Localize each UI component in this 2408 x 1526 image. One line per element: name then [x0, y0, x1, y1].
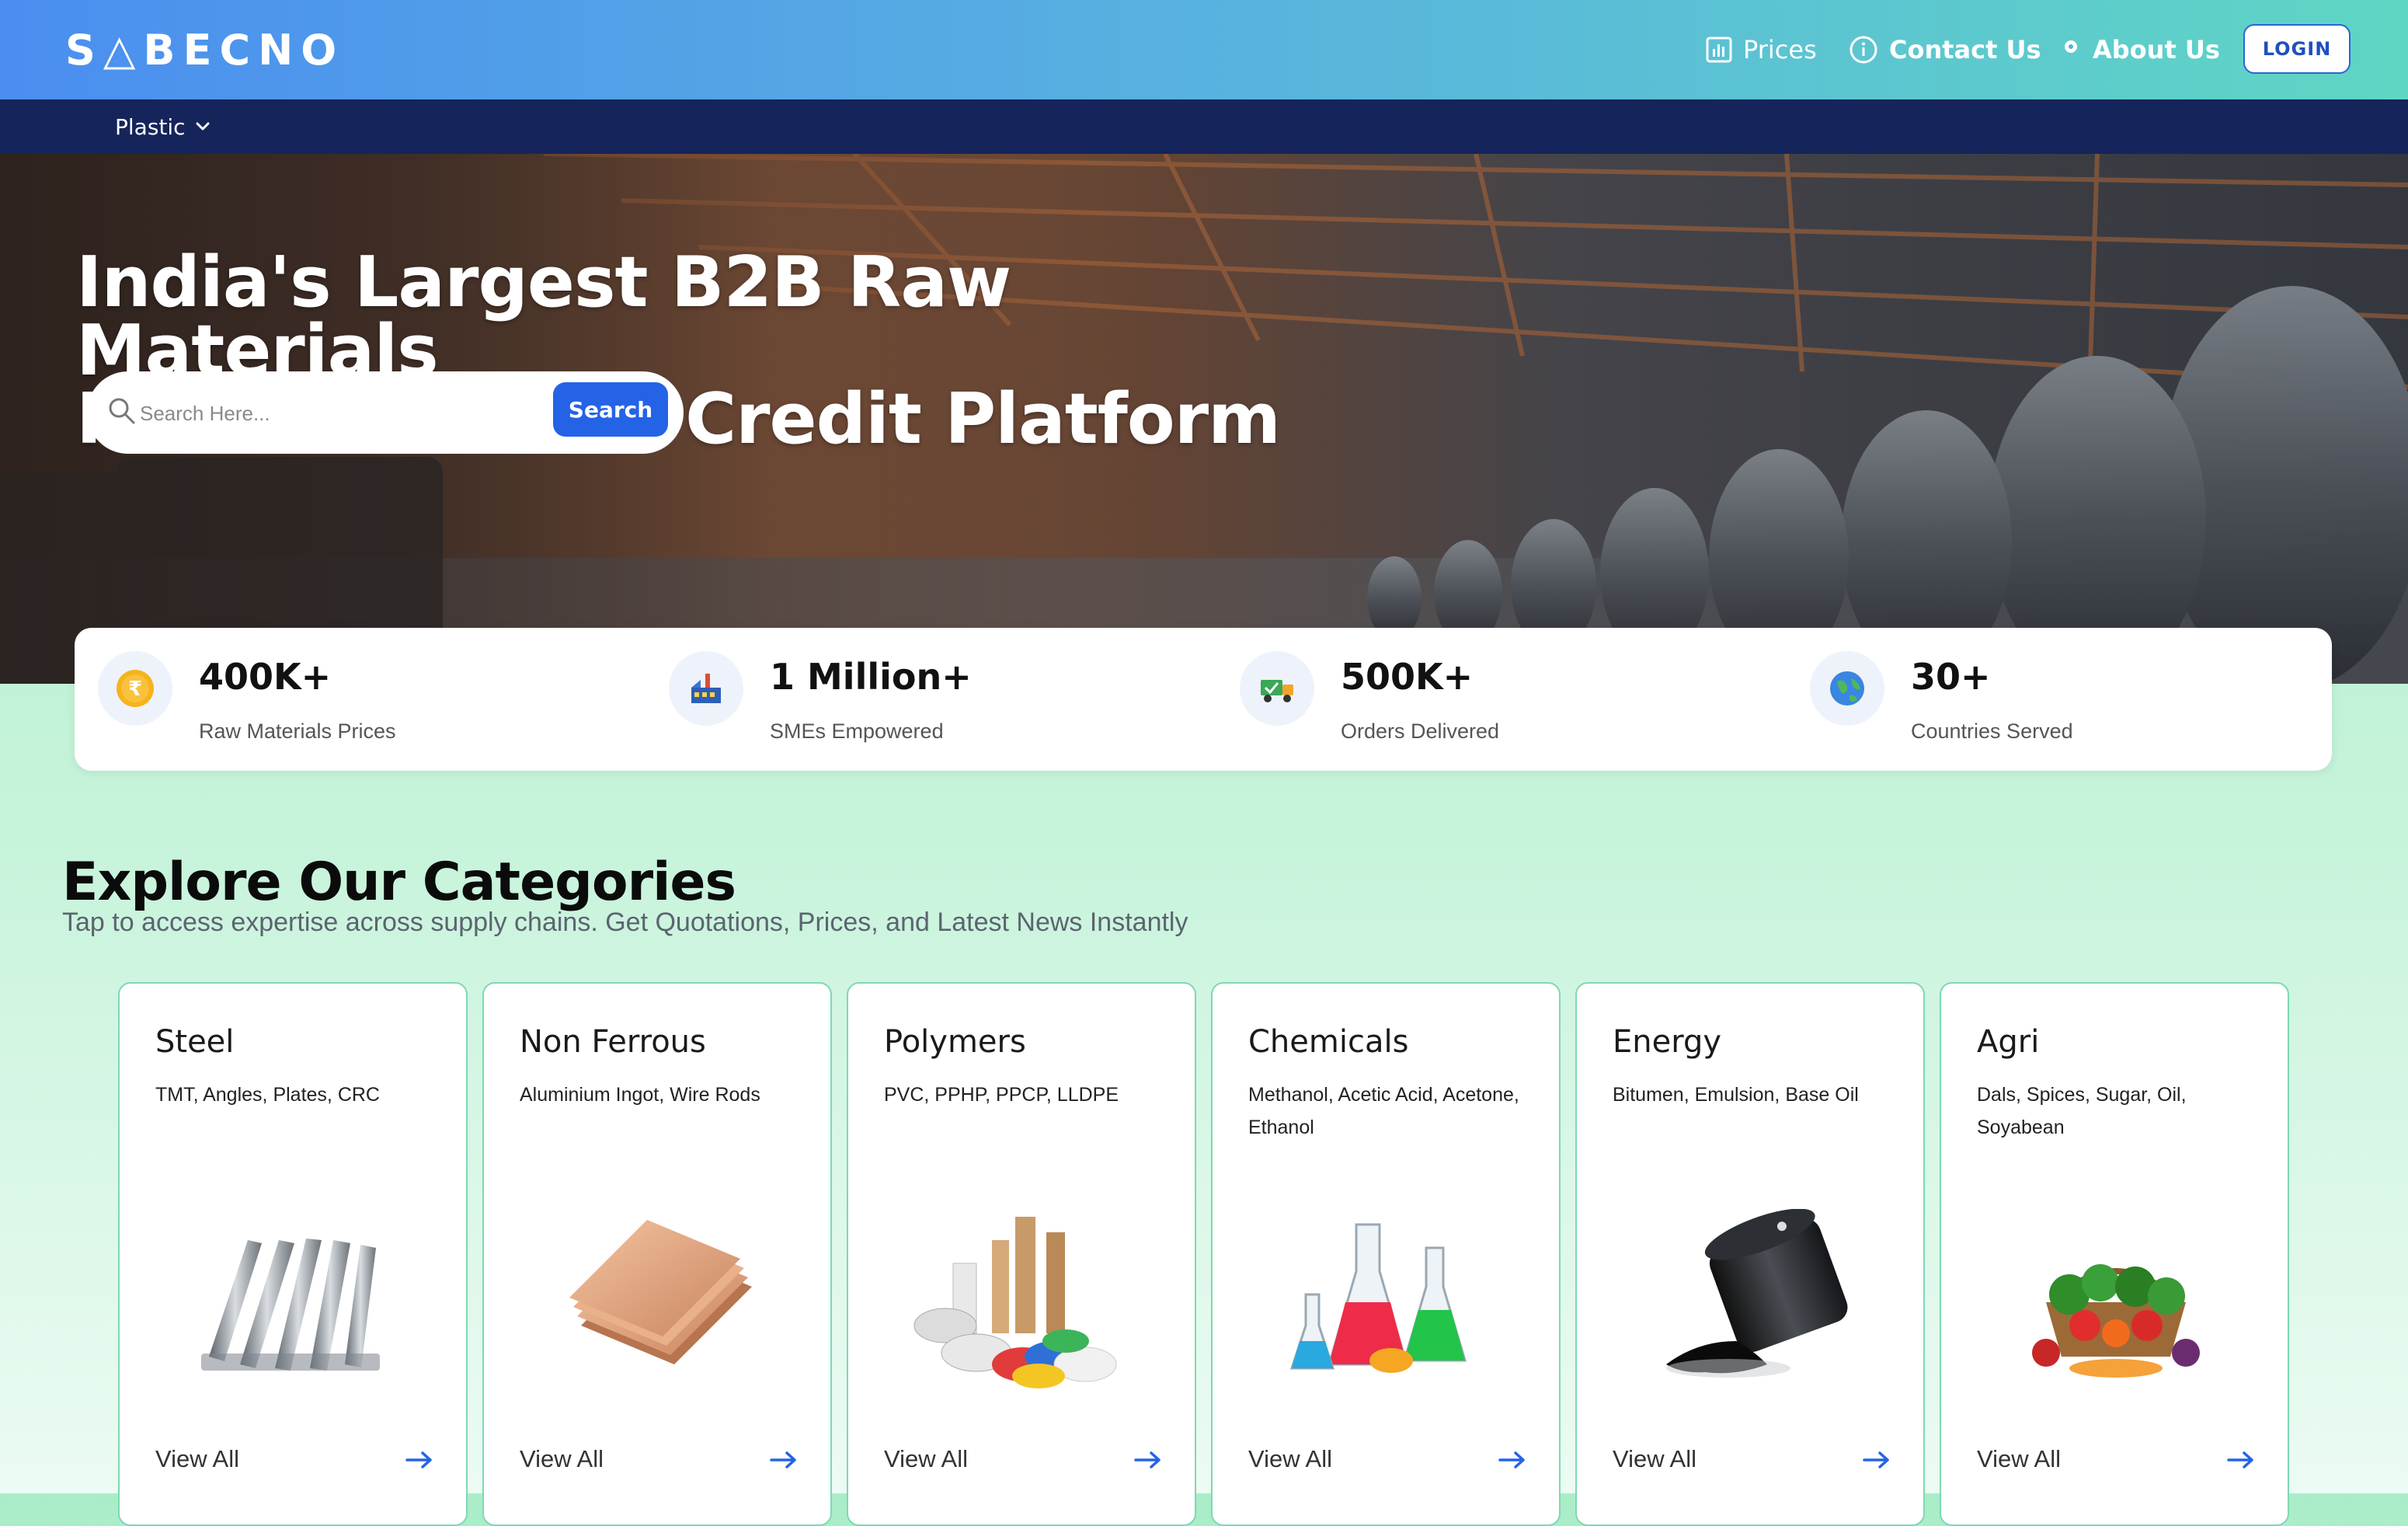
view-all-link[interactable]: View All [155, 1445, 239, 1473]
info-icon [1849, 35, 1878, 64]
hero-title-line-1: India's Largest B2B Raw Materials [76, 242, 1011, 392]
globe-icon [1810, 651, 1884, 726]
nav-prices-label: Prices [1743, 35, 1817, 64]
location-pin-icon [2060, 39, 2082, 61]
nav-about-link[interactable]: About Us [2060, 26, 2220, 73]
arrow-right-icon[interactable] [1863, 1450, 1891, 1470]
category-card-energy[interactable]: Energy Bitumen, Emulsion, Base Oil View … [1575, 982, 1925, 1526]
stats-panel: ₹ 400K+ Raw Materials Prices 1 Million+ … [75, 628, 2332, 771]
oil-barrel-image [1666, 1209, 1848, 1378]
search-icon [109, 398, 135, 424]
category-card-steel[interactable]: Steel TMT, Angles, Plates, CRC View All [118, 982, 468, 1526]
arrow-right-icon[interactable] [405, 1450, 433, 1470]
category-title: Polymers [884, 1024, 1026, 1060]
category-subnav: Plastic [0, 99, 2408, 154]
category-title: Chemicals [1248, 1024, 1409, 1060]
steel-bars-image [201, 1239, 380, 1371]
rupee-coin-icon: ₹ [98, 651, 172, 726]
search-input[interactable] [138, 395, 545, 432]
search-button[interactable]: Search [553, 382, 668, 437]
stat-label: Raw Materials Prices [199, 719, 396, 743]
stat-value: 1 Million+ [770, 656, 972, 698]
copper-sheets-image [569, 1220, 752, 1364]
delivery-truck-icon [1240, 651, 1314, 726]
category-title: Agri [1977, 1024, 2040, 1060]
arrow-right-icon[interactable] [1134, 1450, 1162, 1470]
plastic-dropdown-label: Plastic [115, 113, 186, 140]
bar-chart-icon [1706, 37, 1732, 63]
login-button[interactable]: LOGIN [2243, 24, 2351, 74]
plastic-dropdown[interactable]: Plastic [115, 99, 211, 154]
category-description: Bitumen, Emulsion, Base Oil [1613, 1084, 1859, 1106]
category-card-non-ferrous[interactable]: Non Ferrous Aluminium Ingot, Wire Rods V… [482, 982, 832, 1526]
stat-label: Orders Delivered [1341, 719, 1500, 743]
hero-banner: India's Largest B2B Raw Materials Procur… [0, 154, 2408, 684]
categories-heading: Explore Our Categories [62, 852, 736, 914]
nav-about-label: About Us [2093, 35, 2220, 64]
view-all-link[interactable]: View All [884, 1445, 968, 1473]
arrow-right-icon[interactable] [2227, 1450, 2255, 1470]
chevron-down-icon [196, 122, 210, 131]
nav-contact-label: Contact Us [1889, 35, 2041, 64]
polymer-rolls-granules-image [913, 1217, 1117, 1388]
factory-icon [669, 651, 743, 726]
arrow-right-icon[interactable] [1498, 1450, 1526, 1470]
nav-prices-link[interactable]: Prices [1706, 26, 1817, 73]
top-navbar: S△BECNO Prices Contact Us About Us LOGIN [0, 0, 2408, 99]
category-description: Aluminium Ingot, Wire Rods [520, 1084, 760, 1106]
category-title: Non Ferrous [520, 1024, 706, 1060]
category-title: Steel [155, 1024, 235, 1060]
category-description: PVC, PPHP, PPCP, LLDPE [884, 1084, 1119, 1106]
category-title: Energy [1613, 1024, 1722, 1060]
categories-subheading: Tap to access expertise across supply ch… [62, 908, 1188, 937]
nav-contact-link[interactable]: Contact Us [1849, 26, 2041, 73]
category-description: Methanol, Acetic Acid, Acetone, Ethanol [1248, 1084, 1519, 1138]
svg-text:₹: ₹ [128, 678, 142, 701]
category-description: TMT, Angles, Plates, CRC [155, 1084, 380, 1106]
category-card-chemicals[interactable]: Chemicals Methanol, Acetic Acid, Acetone… [1211, 982, 1561, 1526]
view-all-link[interactable]: View All [1977, 1445, 2061, 1473]
category-card-polymers[interactable]: Polymers PVC, PPHP, PPCP, LLDPE View All [847, 982, 1196, 1526]
view-all-link[interactable]: View All [520, 1445, 604, 1473]
stat-value: 400K+ [199, 656, 332, 698]
category-description: Dals, Spices, Sugar, Oil, Soyabean [1977, 1084, 2187, 1138]
stat-value: 30+ [1911, 656, 1991, 698]
stat-value: 500K+ [1341, 656, 1474, 698]
stat-label: SMEs Empowered [770, 719, 944, 743]
search-bar: Search [87, 371, 684, 454]
view-all-link[interactable]: View All [1613, 1445, 1696, 1473]
lab-flasks-image [1289, 1223, 1467, 1373]
category-card-agri[interactable]: Agri Dals, Spices, Sugar, Oil, Soyabean … [1940, 982, 2289, 1526]
stat-label: Countries Served [1911, 719, 2073, 743]
vegetable-basket-image [2032, 1264, 2200, 1378]
brand-logo[interactable]: S△BECNO [65, 23, 344, 78]
arrow-right-icon[interactable] [770, 1450, 798, 1470]
view-all-link[interactable]: View All [1248, 1445, 1332, 1473]
